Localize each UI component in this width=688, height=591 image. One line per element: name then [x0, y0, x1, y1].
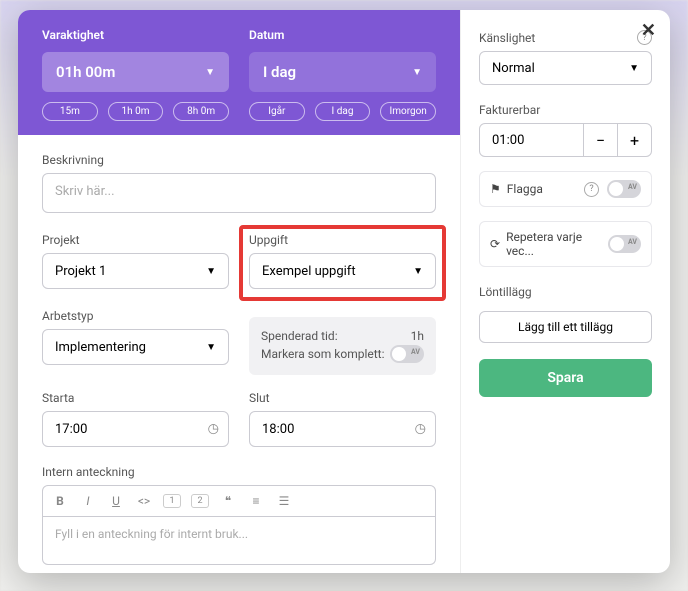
description-label: Beskrivning: [42, 153, 436, 167]
spent-value: 1h: [411, 329, 424, 343]
note-label: Intern anteckning: [42, 465, 436, 479]
editor-toolbar: B I U <> 1 2 ❝ ≡ ☰: [42, 485, 436, 517]
note-input[interactable]: Fyll i en anteckning för internt bruk...: [42, 517, 436, 565]
side-panel: ✕ Känslighet ? Normal ▼ Fakturerbar 01:0…: [460, 10, 670, 573]
duration-label: Varaktighet: [42, 28, 229, 42]
flag-row: ⚑ Flagga ? AV: [479, 171, 652, 207]
billable-label: Fakturerbar: [479, 103, 540, 117]
project-label: Projekt: [42, 233, 229, 247]
italic-button[interactable]: I: [79, 494, 97, 508]
date-select[interactable]: I dag ▼: [249, 52, 436, 92]
task-select[interactable]: Exempel uppgift ▼: [249, 253, 436, 289]
duration-chip-8h[interactable]: 8h 0m: [173, 102, 229, 121]
end-label: Slut: [249, 391, 436, 405]
quote-button[interactable]: ❝: [219, 494, 237, 508]
sensitivity-value: Normal: [492, 61, 535, 76]
repeat-row: ⟳ Repetera varje vec... AV: [479, 221, 652, 267]
date-chip-today[interactable]: I dag: [315, 102, 371, 121]
help-icon[interactable]: ?: [584, 182, 599, 197]
underline-button[interactable]: U: [107, 494, 125, 508]
date-value: I dag: [263, 63, 296, 81]
chevron-down-icon: ▼: [629, 63, 639, 74]
chevron-down-icon: ▼: [413, 266, 423, 277]
chevron-down-icon: ▼: [206, 342, 216, 353]
duration-chip-15m[interactable]: 15m: [42, 102, 98, 121]
date-chip-tomorrow[interactable]: Imorgon: [380, 102, 436, 121]
repeat-toggle[interactable]: AV: [608, 235, 641, 253]
flag-toggle[interactable]: AV: [607, 180, 641, 198]
chevron-down-icon: ▼: [412, 67, 422, 78]
spent-label: Spenderad tid:: [261, 329, 338, 343]
complete-toggle[interactable]: AV: [390, 345, 424, 363]
time-entry-modal: Varaktighet 01h 00m ▼ 15m 1h 0m 8h 0m Da…: [18, 10, 670, 573]
sensitivity-label: Känslighet: [479, 31, 535, 45]
project-value: Projekt 1: [55, 264, 106, 279]
minus-button[interactable]: −: [583, 124, 617, 156]
flag-label: Flagga: [507, 182, 543, 196]
task-value: Exempel uppgift: [262, 264, 356, 279]
chevron-down-icon: ▼: [206, 266, 216, 277]
h2-button[interactable]: 2: [191, 494, 209, 508]
bold-button[interactable]: B: [51, 494, 69, 508]
duration-select[interactable]: 01h 00m ▼: [42, 52, 229, 92]
repeat-icon: ⟳: [490, 237, 500, 251]
purple-header: Varaktighet 01h 00m ▼ 15m 1h 0m 8h 0m Da…: [18, 10, 460, 135]
code-button[interactable]: <>: [135, 494, 153, 508]
description-input[interactable]: [42, 173, 436, 213]
start-input[interactable]: [42, 411, 229, 447]
duration-value: 01h 00m: [56, 63, 115, 81]
end-input[interactable]: [249, 411, 436, 447]
add-wage-button[interactable]: Lägg till ett tillägg: [479, 311, 652, 343]
sensitivity-select[interactable]: Normal ▼: [479, 51, 652, 85]
task-label: Uppgift: [249, 233, 436, 247]
chevron-down-icon: ▼: [205, 67, 215, 78]
repeat-label: Repetera varje vec...: [506, 230, 608, 258]
task-highlight: Uppgift Exempel uppgift ▼: [239, 225, 446, 301]
plus-button[interactable]: +: [617, 124, 651, 156]
start-label: Starta: [42, 391, 229, 405]
main-panel: Varaktighet 01h 00m ▼ 15m 1h 0m 8h 0m Da…: [18, 10, 460, 573]
project-select[interactable]: Projekt 1 ▼: [42, 253, 229, 289]
clock-icon: ◷: [208, 422, 219, 437]
bullet-list-button[interactable]: ≡: [247, 494, 265, 508]
complete-label: Markera som komplett:: [261, 347, 385, 361]
clock-icon: ◷: [415, 422, 426, 437]
save-button[interactable]: Spara: [479, 359, 652, 397]
flag-icon: ⚑: [490, 182, 501, 196]
form-body: Beskrivning Projekt Projekt 1 ▼ Uppgift …: [18, 135, 460, 573]
duration-chip-1h[interactable]: 1h 0m: [108, 102, 164, 121]
billable-value[interactable]: 01:00: [480, 124, 583, 156]
h1-button[interactable]: 1: [163, 494, 181, 508]
number-list-button[interactable]: ☰: [275, 494, 293, 508]
worktype-value: Implementering: [55, 340, 146, 355]
date-label: Datum: [249, 28, 436, 42]
task-info-box: Spenderad tid: 1h Markera som komplett: …: [249, 317, 436, 375]
wage-label: Löntillägg: [479, 285, 532, 299]
date-chip-yesterday[interactable]: Igår: [249, 102, 305, 121]
billable-stepper: 01:00 − +: [479, 123, 652, 157]
close-button[interactable]: ✕: [641, 20, 656, 41]
worktype-label: Arbetstyp: [42, 309, 229, 323]
worktype-select[interactable]: Implementering ▼: [42, 329, 229, 365]
